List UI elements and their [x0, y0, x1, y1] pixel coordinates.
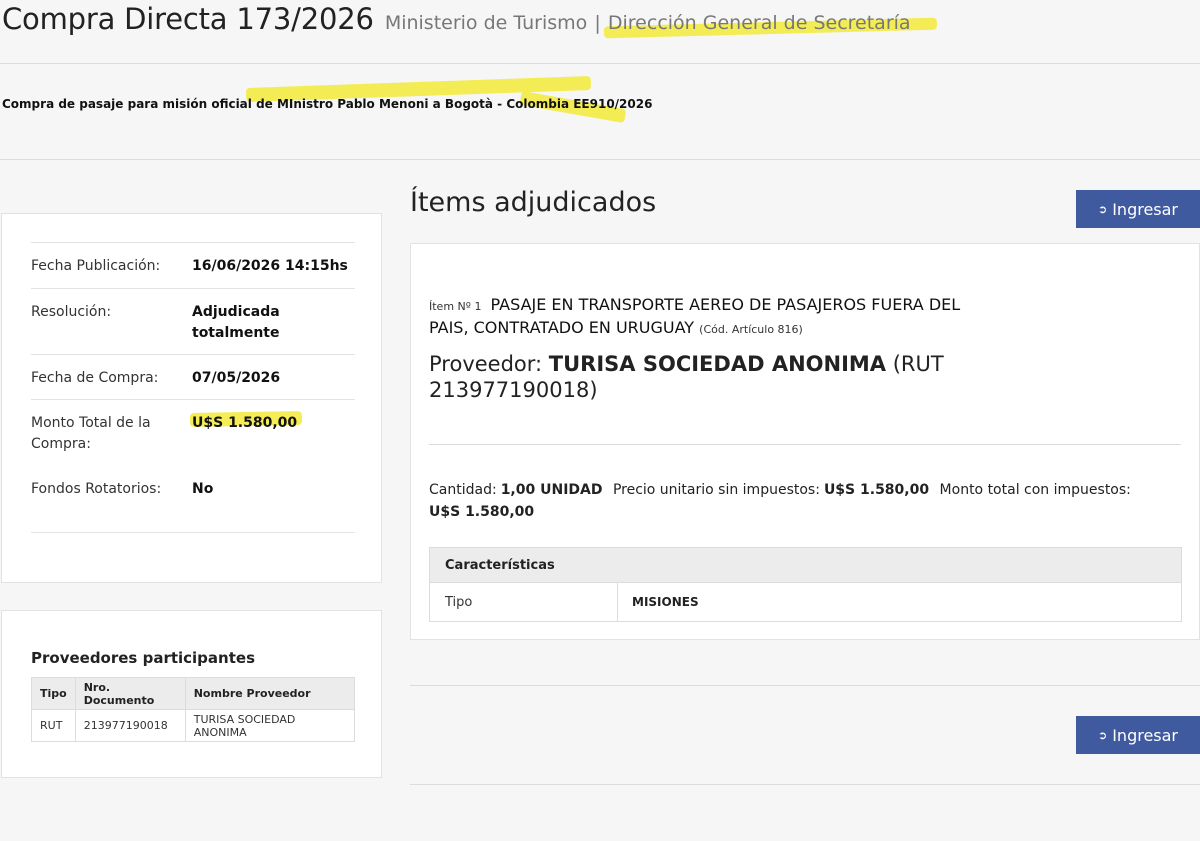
provider-label: Proveedor:: [429, 352, 543, 376]
info-label: Monto Total de la Compra:: [31, 415, 151, 452]
organization-name: Ministerio de Turismo: [384, 12, 588, 34]
info-value: 16/06/2026 14:15hs: [192, 258, 348, 274]
provider-name: TURISA SOCIEDAD ANONIMA: [548, 352, 887, 376]
precio-label: Precio unitario sin impuestos:: [612, 482, 820, 498]
info-label: Fecha de Compra:: [31, 370, 159, 386]
page: Compra Directa 173/2026 Ministerio de Tu…: [0, 0, 1200, 841]
title-wrap: Compra Directa 173/2026 Ministerio de Tu…: [2, 2, 937, 39]
characteristic-value: MISIONES: [632, 595, 699, 609]
item-provider: Proveedor: TURISA SOCIEDAD ANONIMA (RUT …: [429, 351, 989, 403]
sign-in-icon: ➲: [1097, 728, 1108, 742]
precio-value: U$S 1.580,00: [823, 482, 930, 498]
providers-card: Proveedores participantes Tipo Nro. Docu…: [1, 610, 382, 778]
item-description: PASAJE EN TRANSPORTE AEREO DE PASAJEROS …: [429, 295, 961, 337]
column-header: Nombre Proveedor: [184, 677, 356, 710]
divider: [429, 444, 1181, 445]
characteristic-key: Tipo: [430, 583, 618, 621]
info-row-fondos-rotatorios: Fondos Rotatorios: No: [31, 466, 355, 533]
button-label: Ingresar: [1112, 199, 1179, 219]
table-cell: RUT: [31, 709, 76, 742]
cantidad-value: 1,00 UNIDAD: [500, 482, 603, 498]
info-value: 07/05/2026: [192, 370, 281, 386]
characteristics-header: Características: [430, 548, 1181, 583]
ingresar-button-top[interactable]: ➲ Ingresar: [1076, 190, 1200, 228]
info-label: Fecha Publicación:: [31, 258, 161, 274]
table-row: Tipo MISIONES: [430, 583, 1181, 621]
info-label: Resolución:: [31, 304, 112, 320]
info-value: No: [192, 481, 214, 497]
divider: [410, 784, 1200, 785]
description-band: Compra de pasaje para misión oficial de …: [0, 64, 1200, 160]
info-label: Fondos Rotatorios:: [31, 481, 162, 497]
page-title: Compra Directa 173/2026: [2, 2, 374, 36]
item-card: Ítem Nº 1 PASAJE EN TRANSPORTE AEREO DE …: [410, 243, 1200, 640]
department-name: Dirección General de Secretaría: [603, 12, 937, 39]
item-heading: Ítem Nº 1 PASAJE EN TRANSPORTE AEREO DE …: [429, 294, 989, 340]
column-header: Nro. Documento: [74, 677, 186, 710]
monto-label: Monto total con impuestos:: [939, 482, 1131, 498]
table-row: RUT 213977190018 TURISA SOCIEDAD ANONIMA: [31, 709, 356, 742]
purchase-description: Compra de pasaje para misión oficial de …: [2, 97, 653, 111]
title-separator: |: [594, 12, 601, 34]
info-row-fecha-compra: Fecha de Compra: 07/05/2026: [31, 355, 355, 400]
cantidad-label: Cantidad:: [429, 482, 497, 498]
info-row-monto-total: Monto Total de la Compra: U$S 1.580,00: [31, 400, 355, 466]
column-header: Tipo: [31, 677, 76, 710]
sign-in-icon: ➲: [1097, 202, 1108, 216]
item-number: Ítem Nº 1: [429, 300, 482, 313]
ingresar-button-bottom[interactable]: ➲ Ingresar: [1076, 716, 1200, 754]
info-value: U$S 1.580,00: [189, 400, 355, 466]
info-value: Adjudicada totalmente: [192, 304, 280, 341]
button-label: Ingresar: [1112, 725, 1179, 745]
item-article-code: (Cód. Artículo 816): [699, 323, 803, 336]
divider: [410, 685, 1200, 686]
info-row-resolucion: Resolución: Adjudicada totalmente: [31, 289, 355, 355]
characteristics-table: Características Tipo MISIONES: [429, 547, 1182, 622]
purchase-info-table: Fecha Publicación: 16/06/2026 14:15hs Re…: [31, 242, 355, 533]
page-header: Compra Directa 173/2026 Ministerio de Tu…: [0, 0, 1200, 64]
providers-table: Tipo Nro. Documento Nombre Proveedor RUT…: [31, 677, 356, 742]
table-header-row: Tipo Nro. Documento Nombre Proveedor: [31, 677, 356, 710]
awarded-items-title: Ítems adjudicados: [410, 187, 657, 218]
info-row-fecha-publicacion: Fecha Publicación: 16/06/2026 14:15hs: [31, 243, 355, 289]
purchase-info-card: Fecha Publicación: 16/06/2026 14:15hs Re…: [1, 213, 382, 583]
table-cell: 213977190018: [74, 709, 186, 742]
providers-title: Proveedores participantes: [31, 649, 255, 667]
item-quantity-line: Cantidad: 1,00 UNIDAD Precio unitario sin…: [429, 479, 1169, 523]
monto-value: U$S 1.580,00: [429, 504, 535, 520]
table-cell: TURISA SOCIEDAD ANONIMA: [184, 709, 356, 742]
